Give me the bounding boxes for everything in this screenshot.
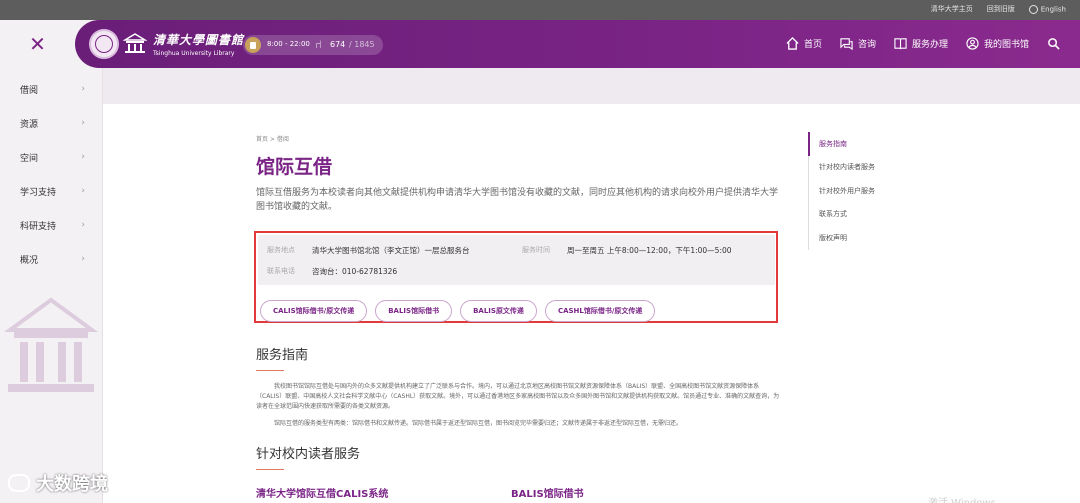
location-value: 清华大学图书馆北馆（李文正馆）一层总服务台 [312, 246, 470, 255]
balis-delivery-button[interactable]: BALIS原文传递 [460, 300, 537, 322]
sidebar-item-label: 学习支持 [20, 187, 57, 198]
nav-my-library[interactable]: 我的图书馆 [966, 37, 1029, 50]
library-name-en: Tsinghua University Library [153, 50, 235, 57]
time-label: 服务时间 [522, 246, 550, 254]
toc-item-external-users[interactable]: 针对校外用户服务 [809, 179, 918, 203]
phone-label: 联系电话 [267, 267, 295, 275]
seats-total: / 1845 [349, 40, 375, 49]
chevron-right-icon: › [81, 118, 85, 128]
seat-icon: ⑁ [315, 38, 322, 51]
section-title-internal-readers: 针对校内读者服务 [256, 447, 361, 462]
left-sidebar: ✕ 借阅 › 资源 › 空间 › 学习支持 › 科研支持 › 概况 › [0, 20, 103, 503]
info-panel: 服务地点 清华大学图书馆北馆（李文正馆）一层总服务台 服务时间 周一至周五 上午… [258, 235, 775, 285]
calis-button[interactable]: CALIS馆际借书/原文传递 [260, 300, 368, 322]
toc-item-copyright[interactable]: 版权声明 [809, 226, 918, 250]
section-divider [256, 370, 284, 371]
chat-icon [840, 38, 853, 50]
breadcrumb[interactable]: 首页 > 借阅 [256, 134, 289, 143]
main-header: 清華大學圖書館 Tsinghua University Library 8:00… [75, 20, 1080, 68]
toc-item-internal-readers[interactable]: 针对校内读者服务 [809, 156, 918, 180]
service-info-box: 服务地点 清华大学图书馆北馆（李文正馆）一层总服务台 服务时间 周一至周五 上午… [254, 231, 778, 323]
page-title: 馆际互借 [256, 156, 333, 178]
nav-label: 咨询 [857, 40, 876, 50]
sidebar-item-label: 借阅 [20, 85, 39, 96]
sidebar-item-label: 资源 [20, 119, 39, 130]
chevron-right-icon: › [81, 186, 85, 196]
watermark: 大数跨境 [8, 470, 108, 496]
seats-occupied: 674 [330, 40, 346, 49]
section-title-service-guide: 服务指南 [256, 348, 309, 363]
chevron-right-icon: › [81, 220, 85, 230]
opening-hours: 8:00 - 22:00 [267, 40, 310, 48]
old-version-link[interactable]: 回到旧版 [987, 4, 1015, 14]
nav-home[interactable]: 首页 [786, 37, 822, 50]
sidebar-item-space[interactable]: 空间 › [0, 140, 103, 174]
sidebar-item-learning[interactable]: 学习支持 › [0, 174, 103, 208]
nav-consult[interactable]: 咨询 [840, 37, 876, 50]
section-divider [256, 469, 284, 470]
service-buttons: CALIS馆际借书/原文传递 BALIS馆际借书 BALIS原文传递 CASHL… [260, 300, 656, 322]
sidebar-item-label: 概况 [20, 255, 39, 266]
nav-services[interactable]: 服务办理 [894, 37, 948, 50]
sidebar-item-label: 空间 [20, 153, 39, 164]
sidebar-item-resources[interactable]: 资源 › [0, 106, 103, 140]
nav-label: 我的图书馆 [983, 40, 1029, 50]
windows-activation-overlay: 激活 Windows [928, 494, 996, 503]
toc-item-service-guide[interactable]: 服务指南 [808, 132, 918, 156]
calis-system-link[interactable]: 清华大学馆际互借CALIS系统 [256, 485, 388, 500]
search-button[interactable] [1047, 37, 1060, 50]
close-icon[interactable]: ✕ [0, 20, 75, 68]
header-nav: 首页 咨询 服务办理 我的图书馆 [786, 37, 1060, 50]
toc-item-contact[interactable]: 联系方式 [809, 203, 918, 227]
globe-icon [1028, 4, 1038, 14]
service-guide-paragraph: 我校图书馆馆际互借处与国内外的众多文献提供机构建立了广泛联系与合作。境内，可以通… [256, 383, 780, 410]
university-seal-logo[interactable] [89, 29, 119, 59]
sidebar-item-research[interactable]: 科研支持 › [0, 208, 103, 242]
banner-band [103, 68, 1080, 104]
service-types-paragraph: 馆际互借的服务类型有两类：馆际借书和文献传递。馆际借书属于返还型馆际互借，图书阅… [274, 420, 683, 427]
library-building-logo [123, 33, 147, 53]
chevron-right-icon: › [81, 254, 85, 264]
nav-label: 服务办理 [911, 40, 948, 50]
nav-label: 首页 [803, 40, 822, 50]
home-icon [786, 37, 799, 50]
book-icon [894, 38, 907, 50]
top-strip: 清华大学主页 回到旧版 English [0, 0, 1080, 20]
sidebar-item-label: 科研支持 [20, 221, 57, 232]
intro-paragraph: 馆际互借服务为本校读者向其他文献提供机构申请清华大学图书馆没有收藏的文献，同时应… [256, 188, 779, 212]
search-icon [1048, 38, 1060, 50]
door-icon [245, 37, 261, 53]
sidebar-item-overview[interactable]: 概况 › [0, 242, 103, 276]
balis-loan-link[interactable]: BALIS馆际借书 [511, 485, 584, 500]
sidebar-menu: 借阅 › 资源 › 空间 › 学习支持 › 科研支持 › 概况 › [0, 72, 103, 276]
library-wordmark[interactable]: 清華大學圖書館 Tsinghua University Library [153, 31, 244, 57]
chevron-right-icon: › [81, 84, 85, 94]
user-icon [966, 37, 979, 50]
library-building-decoration [3, 297, 99, 392]
balis-loan-button[interactable]: BALIS馆际借书 [375, 300, 453, 322]
tsinghua-home-link[interactable]: 清华大学主页 [931, 4, 973, 14]
english-label: English [1040, 5, 1066, 13]
library-name-cn: 清華大學圖書館 [153, 33, 245, 47]
location-label: 服务地点 [267, 246, 295, 254]
sidebar-item-borrow[interactable]: 借阅 › [0, 72, 103, 106]
watermark-logo-icon [8, 474, 30, 492]
watermark-text: 大数跨境 [36, 474, 108, 495]
phone-value: 咨询台：010-62781326 [312, 267, 398, 276]
table-of-contents: 服务指南 针对校内读者服务 针对校外用户服务 联系方式 版权声明 [808, 132, 918, 250]
english-link[interactable]: English [1028, 4, 1066, 14]
time-value: 周一至周五 上午8:00—12:00，下午1:00—5:00 [567, 246, 732, 255]
status-pill: 8:00 - 22:00 ⑁ 674 / 1845 [243, 35, 383, 55]
cashl-button[interactable]: CASHL馆际借书/原文传递 [544, 300, 656, 322]
chevron-right-icon: › [81, 152, 85, 162]
